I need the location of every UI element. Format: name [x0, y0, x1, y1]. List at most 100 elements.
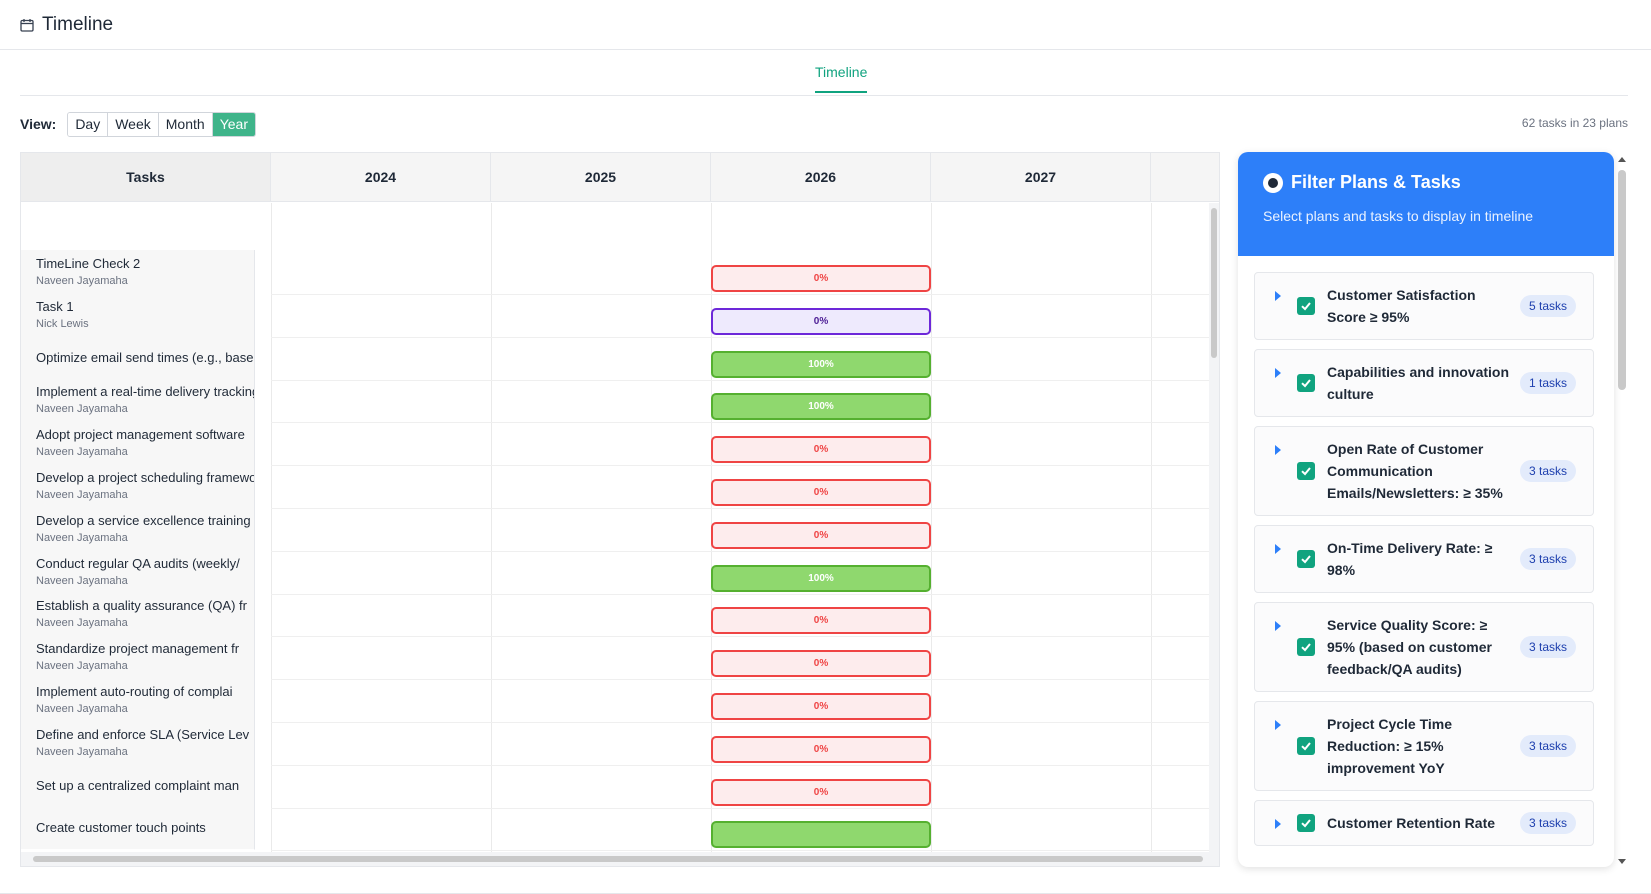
task-owner: Naveen Jayamaha — [36, 574, 128, 587]
table-row[interactable]: TimeLine Check 2 Naveen Jayamaha 0% — [21, 250, 1211, 295]
check-icon — [1301, 467, 1311, 476]
view-year-button[interactable]: Year — [212, 112, 255, 136]
task-cell[interactable]: Optimize email send times (e.g., based — [21, 335, 255, 380]
task-cell[interactable]: TimeLine Check 2 Naveen Jayamaha — [21, 250, 255, 294]
task-bar[interactable]: 0% — [711, 778, 931, 806]
task-bar[interactable]: 0% — [711, 436, 931, 464]
task-progress: 0% — [813, 315, 829, 327]
plan-item[interactable]: Customer Satisfaction Score ≥ 95% 5 tasks — [1254, 272, 1594, 340]
table-row[interactable]: Conduct regular QA audits (weekly/Naveen… — [21, 549, 1211, 595]
table-row[interactable]: Adopt project management software Naveen … — [21, 421, 1211, 467]
task-cell[interactable]: Develop a service excellence training Nav… — [21, 506, 255, 551]
task-bar[interactable]: 0% — [711, 693, 931, 720]
scroll-thumb[interactable] — [1211, 208, 1217, 358]
task-cell[interactable]: Define and enforce SLA (Service Lev Navee… — [21, 720, 255, 765]
plan-label: Project Cycle Time Reduction: ≥ 15% impr… — [1327, 716, 1453, 776]
plan-checkbox[interactable] — [1297, 550, 1315, 568]
view-month-button[interactable]: Month — [158, 112, 213, 136]
task-cell[interactable]: Implement a real-time delivery tracking N… — [21, 378, 255, 423]
scroll-thumb[interactable] — [1618, 170, 1626, 390]
task-cell[interactable]: Standardize project management fr Naveen … — [21, 635, 255, 680]
task-bar[interactable]: 0% — [711, 479, 931, 506]
task-bar[interactable]: 0% — [711, 607, 931, 635]
scroll-up-arrow-icon[interactable] — [1618, 157, 1626, 162]
task-count-badge: 5 tasks — [1519, 295, 1576, 317]
task-owner: Naveen Jayamaha — [36, 531, 128, 544]
task-progress: 0% — [813, 701, 829, 712]
table-row[interactable]: Define and enforce SLA (Service Lev Navee… — [21, 720, 1211, 766]
plan-item[interactable]: Open Rate of Customer Communication Emai… — [1254, 426, 1594, 516]
expand-caret-icon[interactable] — [1275, 720, 1281, 730]
table-row[interactable]: Standardize project management fr Naveen … — [21, 635, 1211, 681]
plan-checkbox[interactable] — [1297, 297, 1315, 315]
table-row[interactable]: Establish a quality assurance (QA) fr Nav… — [21, 592, 1211, 638]
plan-checkbox[interactable] — [1297, 638, 1315, 656]
task-bar[interactable]: 0% — [711, 307, 931, 335]
task-name: Optimize email send times (e.g., based — [36, 349, 255, 365]
task-progress: 0% — [813, 487, 829, 498]
scroll-down-arrow-icon[interactable] — [1618, 859, 1626, 864]
task-bar[interactable]: 0% — [711, 650, 931, 678]
task-name: Implement auto-routing of complai — [36, 684, 233, 699]
task-bar[interactable]: 0% — [711, 265, 931, 292]
expand-caret-icon[interactable] — [1275, 368, 1281, 378]
task-name: Create customer touch points — [36, 820, 206, 836]
scroll-thumb[interactable] — [33, 856, 1203, 862]
expand-caret-icon[interactable] — [1275, 621, 1281, 631]
task-bar[interactable]: 100% — [711, 350, 931, 378]
check-icon — [1301, 555, 1311, 564]
plan-checkbox[interactable] — [1297, 737, 1315, 755]
gantt-vertical-scrollbar[interactable] — [1209, 203, 1219, 853]
task-progress: 100% — [808, 401, 834, 413]
table-row[interactable]: Implement auto-routing of complai Naveen … — [21, 678, 1211, 723]
tab-timeline[interactable]: Timeline — [815, 64, 868, 93]
plan-item[interactable]: Customer Retention Rate 3 tasks — [1254, 800, 1594, 846]
task-cell[interactable]: Set up a centralized complaint man — [21, 763, 255, 808]
plan-item[interactable]: Service Quality Score: ≥ 95% (based on c… — [1254, 602, 1594, 692]
plan-item[interactable]: On-Time Delivery Rate: ≥ 98% 3 tasks — [1254, 525, 1594, 593]
task-bar[interactable]: 100% — [711, 564, 931, 592]
view-label: View: — [20, 116, 57, 132]
table-row[interactable]: Develop a project scheduling framework Na… — [21, 464, 1211, 509]
expand-caret-icon[interactable] — [1275, 819, 1281, 829]
task-bar[interactable]: 0% — [711, 735, 931, 763]
plan-label: On-Time Delivery Rate: ≥ 98% — [1327, 540, 1493, 578]
expand-caret-icon[interactable] — [1275, 445, 1281, 455]
table-row[interactable]: Optimize email send times (e.g., based 10… — [21, 335, 1211, 381]
task-bar[interactable] — [711, 821, 931, 849]
table-row[interactable]: Develop a service excellence training Nav… — [21, 506, 1211, 552]
plan-checkbox[interactable] — [1297, 374, 1315, 392]
plan-item[interactable]: Project Cycle Time Reduction: ≥ 15% impr… — [1254, 701, 1594, 791]
plan-checkbox[interactable] — [1297, 814, 1315, 832]
task-bar[interactable]: 100% — [711, 393, 931, 421]
plan-checkbox[interactable] — [1297, 462, 1315, 480]
expand-caret-icon[interactable] — [1275, 291, 1281, 301]
task-cell[interactable]: Conduct regular QA audits (weekly/Naveen… — [21, 549, 255, 594]
task-cell[interactable]: Establish a quality assurance (QA) fr Nav… — [21, 592, 255, 637]
filter-subtitle: Select plans and tasks to display in tim… — [1263, 208, 1534, 224]
task-cell[interactable]: Adopt project management software Naveen … — [21, 421, 255, 466]
task-progress: 0% — [813, 658, 829, 670]
view-week-button[interactable]: Week — [108, 112, 159, 136]
task-owner: Naveen Jayamaha — [36, 489, 128, 501]
table-row[interactable]: Task 1 Nick Lewis 0% — [21, 292, 1211, 338]
task-cell[interactable]: Develop a project scheduling framework Na… — [21, 464, 255, 508]
task-name: Adopt project management software — [36, 427, 245, 443]
task-cell[interactable]: Task 1 Nick Lewis — [21, 292, 255, 337]
plan-label: Capabilities and innovation culture — [1327, 364, 1510, 402]
task-bar[interactable]: 0% — [711, 521, 931, 549]
table-row[interactable]: Create customer touch points — [21, 806, 1211, 852]
task-progress: 100% — [808, 358, 834, 370]
task-cell[interactable]: Implement auto-routing of complai Naveen … — [21, 678, 255, 722]
plan-item[interactable]: Capabilities and innovation culture 1 tas… — [1254, 349, 1594, 417]
expand-caret-icon[interactable] — [1275, 544, 1281, 554]
task-cell[interactable]: Create customer touch points — [21, 806, 255, 851]
filter-scrollbar[interactable] — [1614, 152, 1628, 867]
plan-label: Service Quality Score: ≥ 95% (based on c… — [1327, 617, 1492, 677]
table-row[interactable]: Implement a real-time delivery tracking N… — [21, 378, 1211, 424]
table-row[interactable]: Set up a centralized complaint man 0% — [21, 763, 1211, 809]
task-owner: Naveen Jayamaha — [36, 660, 128, 673]
gantt-horizontal-scrollbar[interactable] — [21, 852, 1219, 866]
view-day-button[interactable]: Day — [68, 112, 109, 136]
check-icon — [1301, 819, 1311, 828]
